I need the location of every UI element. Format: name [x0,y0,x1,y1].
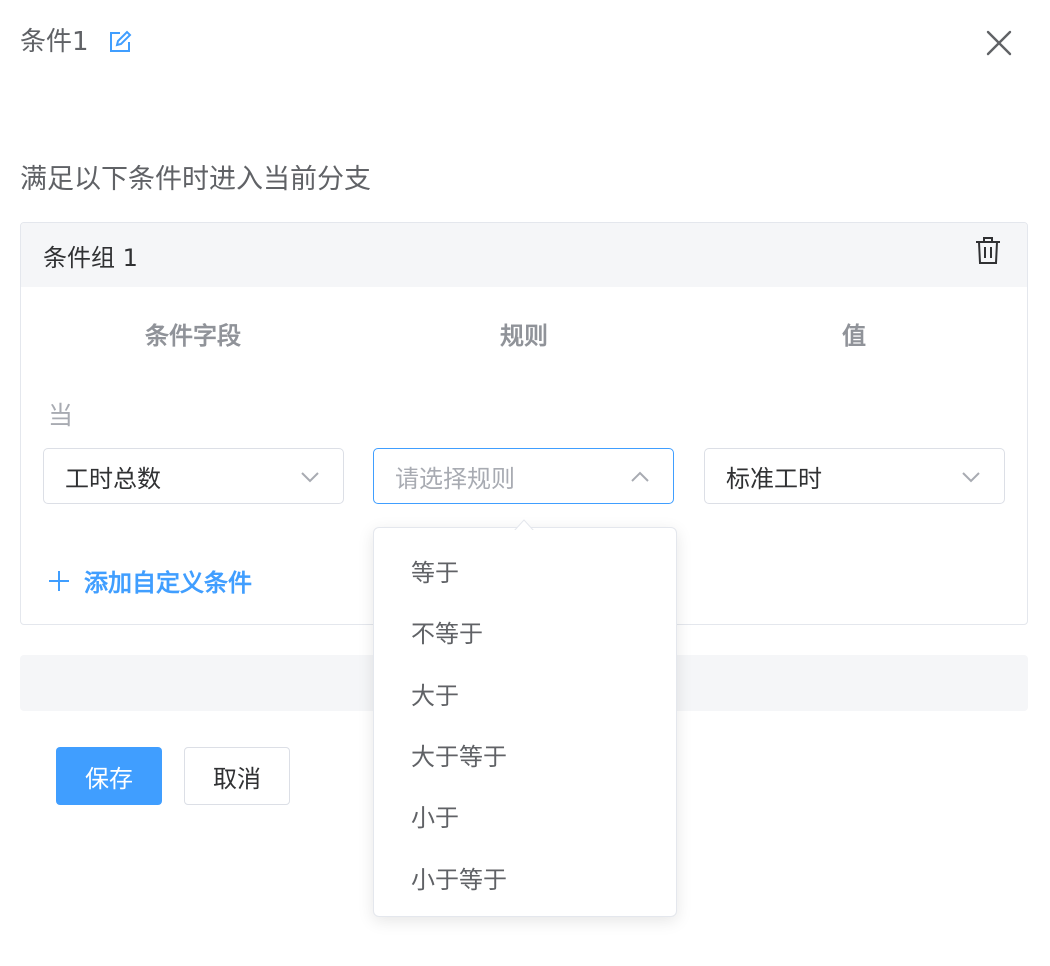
dropdown-option[interactable]: 小于等于 [374,846,676,907]
page-title: 条件1 [20,27,89,57]
rule-dropdown: 等于 不等于 大于 大于等于 小于 小于等于 [373,527,677,917]
dialog-header: 条件1 [20,22,133,62]
plus-icon [48,570,70,592]
field-select[interactable]: 工时总数 [43,448,344,504]
dropdown-option[interactable]: 不等于 [374,601,676,662]
rule-select[interactable]: 请选择规则 [373,448,674,504]
chevron-down-icon [960,466,982,488]
cancel-button[interactable]: 取消 [184,747,290,805]
trash-icon[interactable] [973,235,1003,265]
column-header-rule: 规则 [500,322,548,350]
close-icon[interactable] [984,28,1014,58]
edit-icon[interactable] [107,29,133,55]
condition-group-header: 条件组 1 [21,223,1027,287]
add-condition-button[interactable]: 添加自定义条件 [48,563,252,598]
dropdown-arrow [512,516,536,532]
dropdown-option[interactable]: 小于 [374,785,676,846]
dropdown-option[interactable]: 大于 [374,663,676,724]
dropdown-option[interactable]: 大于等于 [374,724,676,785]
rule-select-placeholder: 请选择规则 [395,464,515,493]
chevron-up-icon [629,466,651,488]
condition-description: 满足以下条件时进入当前分支 [20,164,371,195]
dropdown-option[interactable]: 等于 [374,540,676,601]
chevron-down-icon [299,466,321,488]
field-select-value: 工时总数 [65,464,161,493]
column-header-value: 值 [842,322,866,350]
value-select[interactable]: 标准工时 [704,448,1005,504]
save-button[interactable]: 保存 [56,747,162,805]
condition-group-title: 条件组 1 [43,243,138,272]
value-select-value: 标准工时 [726,464,822,493]
add-condition-label: 添加自定义条件 [84,569,252,597]
column-header-field: 条件字段 [145,322,241,350]
when-label: 当 [48,401,74,430]
